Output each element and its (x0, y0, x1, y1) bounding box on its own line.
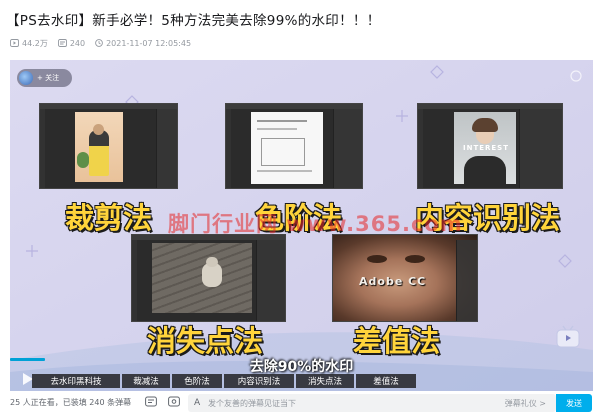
follow-button[interactable]: + 关注 (37, 73, 59, 83)
site-watermark: 脚门行业网 www.365.com (168, 212, 463, 236)
chapter-segment[interactable]: 裁减法 (122, 374, 170, 388)
danmaku-count-icon (57, 39, 67, 47)
video-title: 【PS去水印】新手必学！5种方法完美去除99%的水印！！！ (6, 13, 381, 29)
publish-date-text: 2021-11-07 12:05:45 (106, 38, 192, 48)
views-count: 44.2万 (22, 38, 48, 48)
avatar[interactable] (19, 71, 33, 85)
ps-screenshot-difference: Adobe CC (332, 234, 478, 322)
adobe-cc-text: Adobe CC (359, 275, 427, 288)
danmaku-stat: 240 (57, 38, 86, 48)
progress-fill (10, 358, 45, 361)
ps-screenshot-crop (39, 103, 178, 189)
danmaku-bar: 25 人正在看，已装填 240 条弹幕 A 弹幕礼仪 > 发送 (0, 392, 600, 414)
bilibili-tv-icon[interactable] (555, 324, 581, 350)
chapter-segment[interactable]: 消失点法 (296, 374, 354, 388)
ps-screenshot-vanishing-point (131, 234, 286, 322)
font-style-icon[interactable]: A (194, 398, 200, 408)
danmaku-input-wrap: A 弹幕礼仪 > (188, 394, 556, 412)
ps-screenshot-levels (225, 103, 363, 189)
viewer-count: 25 人正在看，已装填 240 条弹幕 (10, 398, 132, 407)
danmaku-settings-icon[interactable] (168, 396, 180, 408)
ps-screenshot-content-aware: INTEREST (417, 103, 563, 189)
chapter-segment[interactable]: 色阶法 (172, 374, 222, 388)
chapter-segment[interactable]: 内容识别法 (224, 374, 294, 388)
danmaku-input[interactable] (208, 394, 488, 412)
clock-icon (95, 39, 103, 47)
uploader-follow[interactable]: + 关注 (17, 69, 72, 87)
send-button[interactable]: 发送 (556, 394, 592, 412)
label-vanishing-point: 消失点法 (146, 323, 264, 359)
danmaku-count: 240 (69, 38, 86, 48)
video-player[interactable]: + 关注 INTEREST Adobe CC 裁剪法 色阶法 内容识别法 消失点… (10, 60, 593, 391)
video-meta: 44.2万 240 2021-11-07 12:05:45 (10, 37, 201, 49)
chapter-segment[interactable]: 差值法 (356, 374, 416, 388)
danmaku-toggle-icon[interactable] (145, 396, 157, 408)
player-top-icons (561, 68, 583, 82)
label-crop: 裁剪法 (64, 200, 153, 236)
progress-bar[interactable] (10, 358, 593, 361)
chapter-segment[interactable]: 去水印黑科技 (32, 374, 120, 388)
label-difference: 差值法 (352, 323, 441, 359)
danmaku-etiquette-link[interactable]: 弹幕礼仪 > (505, 398, 546, 409)
publish-date: 2021-11-07 12:05:45 (95, 39, 191, 48)
views-stat: 44.2万 (10, 38, 48, 49)
chapter-list: 去水印黑科技 裁减法 色阶法 内容识别法 消失点法 差值法 (32, 374, 589, 388)
settings-icon[interactable] (569, 68, 583, 82)
magazine-text: INTEREST (462, 144, 509, 152)
play-count-icon (10, 39, 19, 47)
